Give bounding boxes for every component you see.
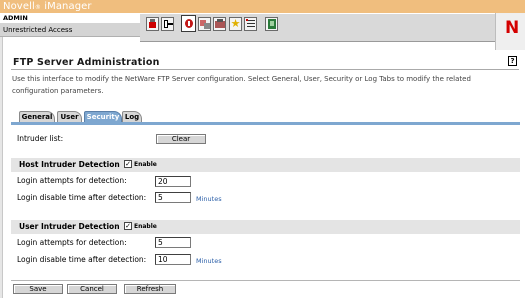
preferences-icon[interactable] bbox=[244, 17, 257, 31]
help-book-icon[interactable] bbox=[265, 17, 278, 31]
roles-tasks-icon[interactable] bbox=[181, 15, 196, 32]
host-detection-title: Host Intruder Detection bbox=[19, 160, 120, 169]
user-enable-checkbox[interactable]: ✓ bbox=[124, 222, 132, 230]
user-attempts-field[interactable]: 5 bbox=[155, 237, 191, 248]
view-objects-icon[interactable] bbox=[198, 17, 211, 31]
app-title: Novell® iManager bbox=[3, 1, 92, 12]
user-attempts-label: Login attempts for detection: bbox=[17, 238, 127, 247]
host-enable-label: Enable bbox=[134, 161, 157, 168]
home-icon[interactable] bbox=[146, 17, 159, 31]
host-disable-label: Login disable time after detection: bbox=[17, 193, 147, 202]
tab-underline bbox=[11, 122, 520, 125]
clear-button[interactable]: Clear bbox=[156, 134, 206, 144]
access-mode-label: Unrestricted Access bbox=[3, 26, 73, 34]
user-name: ADMIN bbox=[3, 14, 28, 22]
intro-text: Use this interface to modify the NetWare… bbox=[12, 75, 471, 95]
footer-divider bbox=[11, 280, 520, 281]
user-minutes-unit: Minutes bbox=[196, 257, 222, 265]
user-disable-field[interactable]: 10 bbox=[155, 254, 191, 265]
host-enable-checkbox[interactable]: ✓ bbox=[124, 160, 132, 168]
save-button[interactable]: Save bbox=[13, 284, 63, 294]
host-attempts-field[interactable]: 20 bbox=[155, 176, 191, 187]
host-disable-field[interactable]: 5 bbox=[155, 192, 191, 203]
user-detection-title: User Intruder Detection bbox=[19, 222, 120, 231]
favorites-icon[interactable]: ★ bbox=[229, 17, 242, 31]
novell-logo: N bbox=[505, 18, 520, 38]
user-enable-label: Enable bbox=[134, 223, 157, 230]
intruder-list-label: Intruder list: bbox=[17, 134, 64, 143]
help-icon[interactable]: ? bbox=[508, 56, 517, 66]
user-disable-label: Login disable time after detection: bbox=[17, 255, 147, 264]
cancel-button[interactable]: Cancel bbox=[67, 284, 117, 294]
host-attempts-label: Login attempts for detection: bbox=[17, 176, 127, 185]
refresh-button[interactable]: Refresh bbox=[124, 284, 176, 294]
title-divider bbox=[11, 69, 519, 70]
page-title: FTP Server Administration bbox=[13, 57, 160, 68]
exit-icon[interactable] bbox=[161, 17, 174, 31]
left-rail bbox=[0, 37, 3, 298]
configure-icon[interactable] bbox=[213, 17, 226, 31]
host-minutes-unit: Minutes bbox=[196, 195, 222, 203]
